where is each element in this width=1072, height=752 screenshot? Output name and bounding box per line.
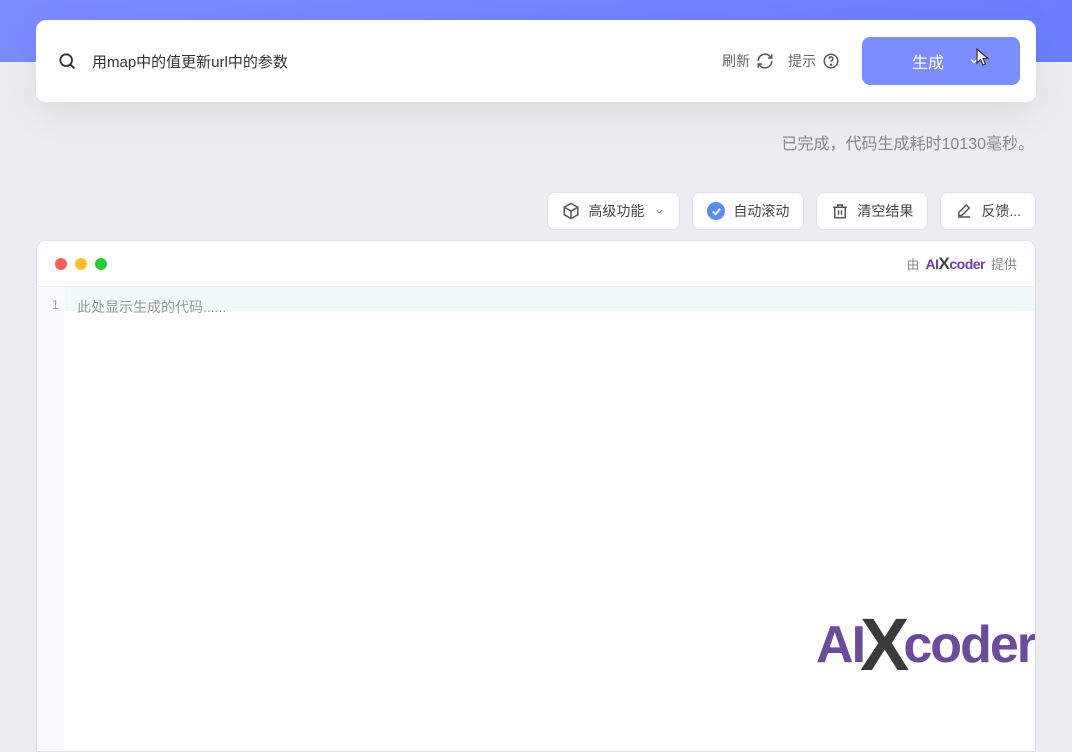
- search-panel: 刷新 提示 生成: [36, 20, 1036, 102]
- edit-icon: [955, 202, 973, 220]
- action-row: 高级功能 自动滚动 清空结果: [547, 192, 1036, 230]
- trash-icon: [831, 202, 849, 220]
- advanced-button[interactable]: 高级功能: [547, 192, 680, 230]
- refresh-button[interactable]: 刷新: [722, 51, 774, 71]
- chevron-down-icon: [654, 206, 665, 217]
- clear-button[interactable]: 清空结果: [816, 192, 928, 230]
- code-content[interactable]: 此处显示生成的代码......: [65, 287, 1035, 751]
- provider-suffix: 提供: [991, 254, 1017, 273]
- chevron-down-icon: [968, 55, 980, 67]
- feedback-label: 反馈...: [981, 201, 1021, 221]
- close-dot-icon[interactable]: [55, 258, 67, 270]
- search-icon: [56, 50, 78, 72]
- maximize-dot-icon[interactable]: [95, 258, 107, 270]
- provider-prefix: 由: [907, 254, 920, 273]
- code-placeholder: 此处显示生成的代码......: [77, 299, 226, 315]
- line-gutter: 1: [37, 287, 65, 751]
- generate-button[interactable]: 生成: [862, 37, 1020, 85]
- refresh-label: 刷新: [722, 51, 750, 71]
- autoscroll-button[interactable]: 自动滚动: [692, 192, 804, 230]
- hint-label: 提示: [788, 51, 816, 71]
- refresh-icon: [756, 52, 774, 70]
- provider-credit: 由 AIXcoder 提供: [907, 254, 1018, 274]
- check-circle-icon: [707, 202, 725, 220]
- window-dots: [55, 258, 107, 270]
- minimize-dot-icon[interactable]: [75, 258, 87, 270]
- feedback-button[interactable]: 反馈...: [940, 192, 1036, 230]
- generate-label: 生成: [912, 49, 944, 73]
- aixcoder-logo-icon: AIXcoder: [926, 254, 985, 274]
- question-icon: [822, 52, 840, 70]
- line-number: 1: [37, 297, 59, 312]
- advanced-label: 高级功能: [588, 201, 644, 221]
- status-text: 已完成，代码生成耗时10130毫秒。: [782, 130, 1035, 154]
- code-body: 1 此处显示生成的代码...... AI X coder: [37, 287, 1035, 751]
- search-input[interactable]: [92, 53, 708, 70]
- hint-button[interactable]: 提示: [788, 51, 840, 71]
- cube-icon: [562, 202, 580, 220]
- code-header: 由 AIXcoder 提供: [37, 241, 1035, 287]
- code-panel: 由 AIXcoder 提供 1 此处显示生成的代码...... AI X cod…: [36, 240, 1036, 752]
- clear-label: 清空结果: [857, 201, 913, 221]
- autoscroll-label: 自动滚动: [733, 201, 789, 221]
